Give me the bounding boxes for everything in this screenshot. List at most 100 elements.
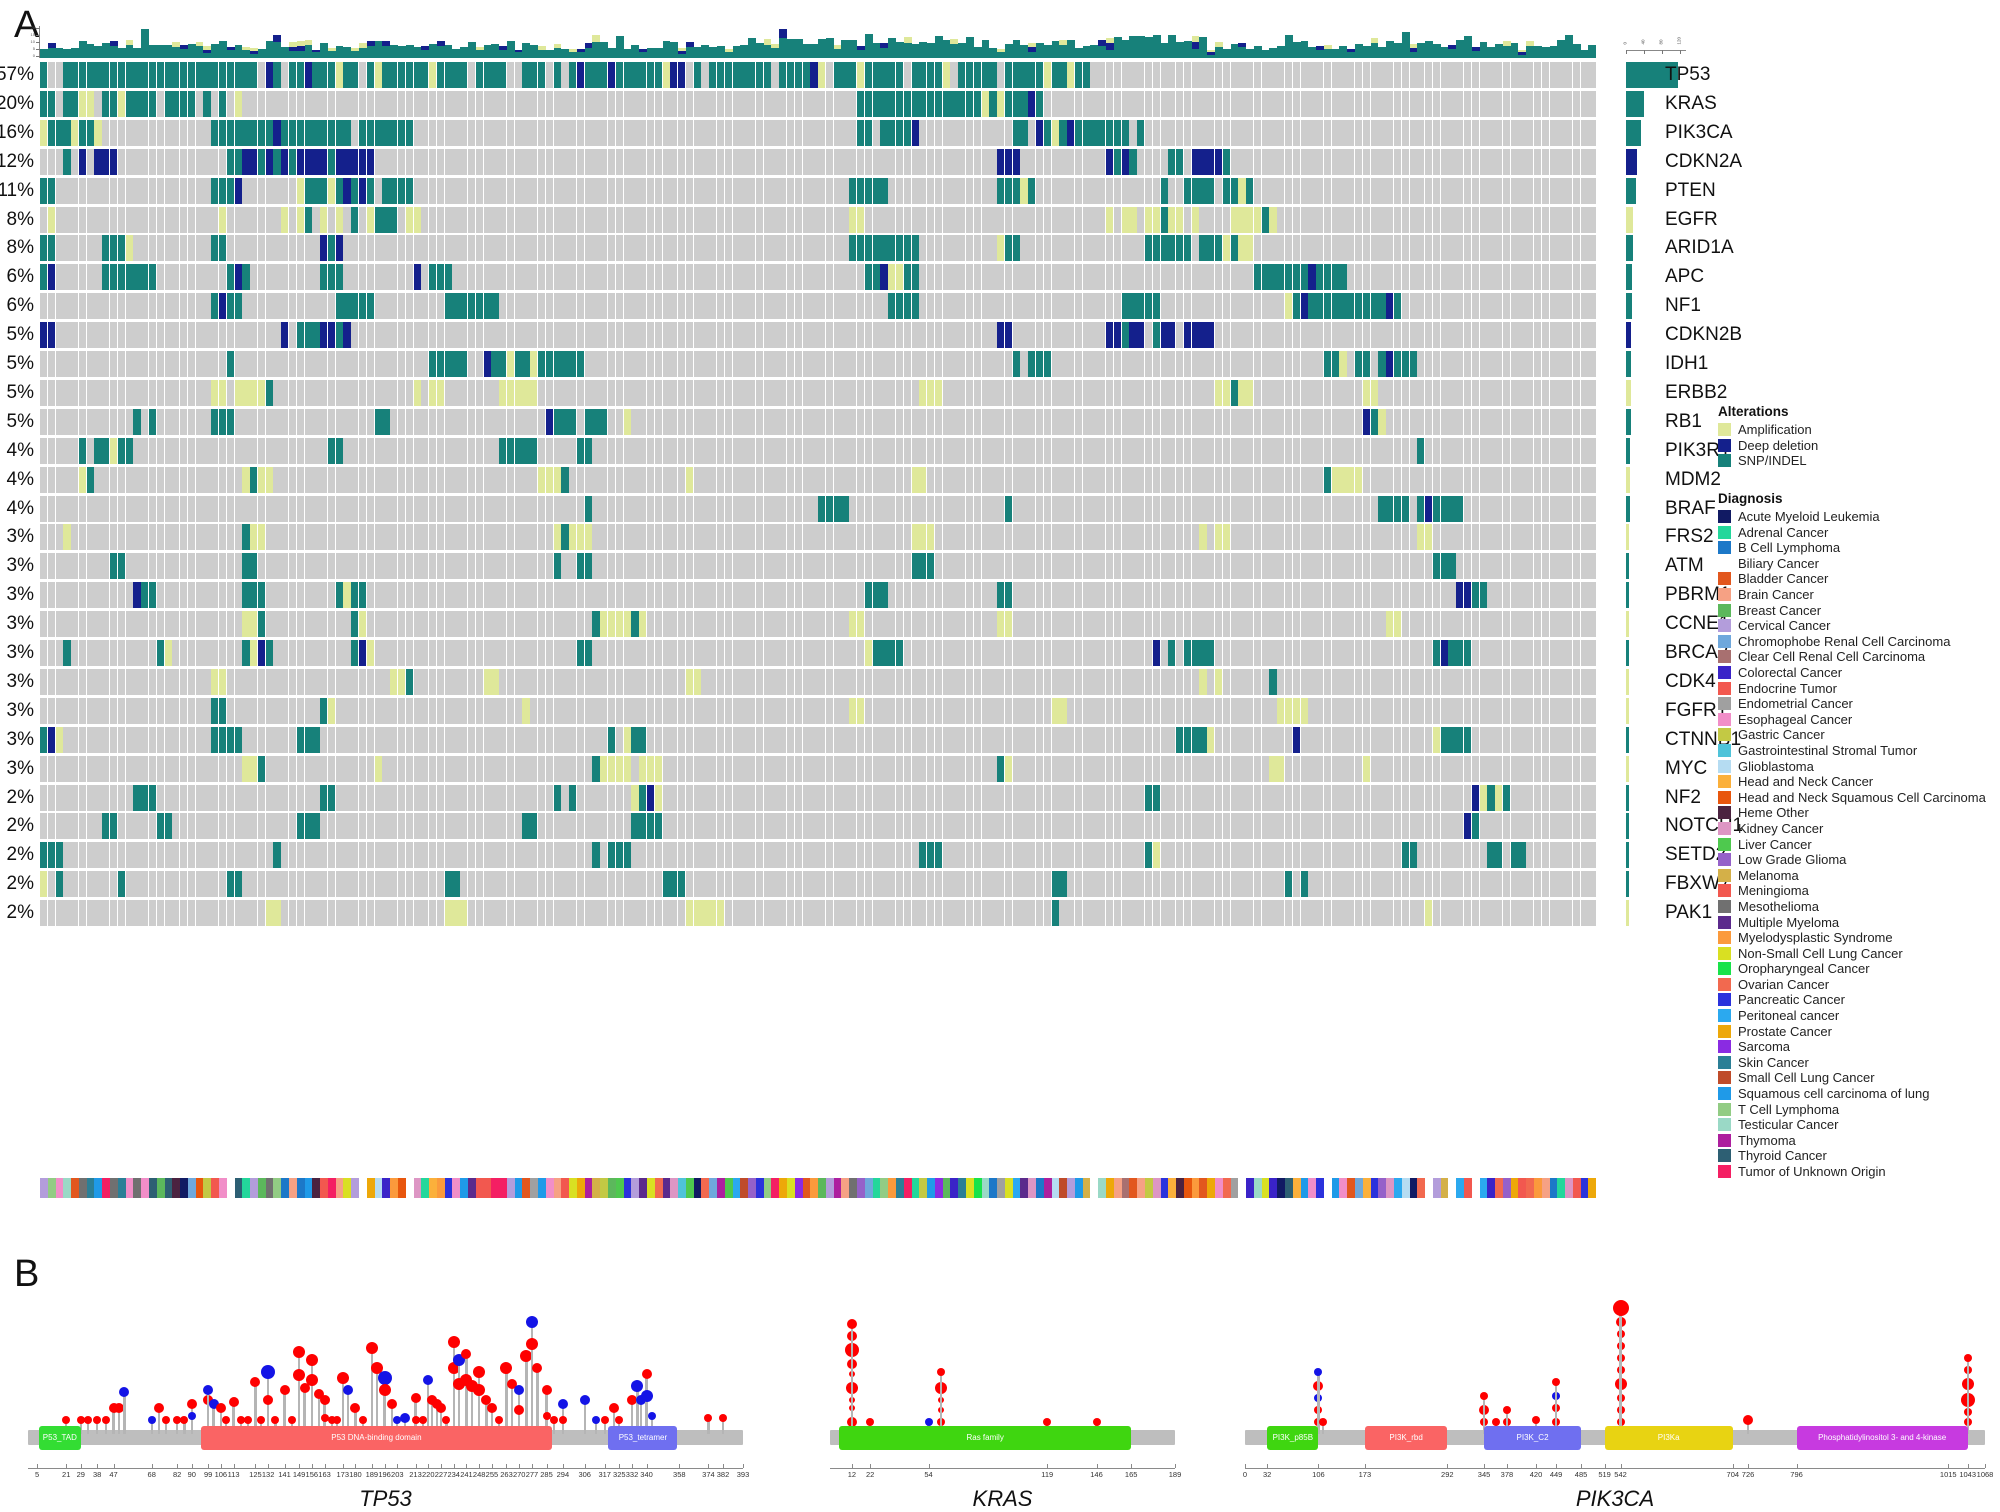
oncoprint-cell[interactable] — [616, 293, 623, 319]
oncoprint-cell[interactable] — [359, 438, 366, 464]
oncoprint-cell[interactable] — [1168, 322, 1175, 348]
oncoprint-cell[interactable] — [1441, 524, 1448, 550]
oncoprint-cell[interactable] — [639, 322, 646, 348]
oncoprint-cell[interactable] — [1067, 553, 1074, 579]
oncoprint-cell[interactable] — [351, 582, 358, 608]
oncoprint-cell[interactable] — [927, 207, 934, 233]
oncoprint-cell[interactable] — [1269, 207, 1276, 233]
oncoprint-cell[interactable] — [966, 91, 973, 117]
oncoprint-cell[interactable] — [1394, 438, 1401, 464]
oncoprint-cell[interactable] — [803, 438, 810, 464]
oncoprint-cell[interactable] — [927, 293, 934, 319]
oncoprint-cell[interactable] — [849, 409, 856, 435]
oncoprint-cell[interactable] — [1254, 582, 1261, 608]
oncoprint-cell[interactable] — [1456, 264, 1463, 290]
oncoprint-cell[interactable] — [1511, 553, 1518, 579]
oncoprint-cell[interactable] — [1433, 582, 1440, 608]
oncoprint-cell[interactable] — [585, 409, 592, 435]
oncoprint-cell[interactable] — [795, 553, 802, 579]
oncoprint-cell[interactable] — [281, 322, 288, 348]
oncoprint-cell[interactable] — [616, 467, 623, 493]
oncoprint-cell[interactable] — [1059, 207, 1066, 233]
oncoprint-cell[interactable] — [686, 178, 693, 204]
oncoprint-cell[interactable] — [1285, 438, 1292, 464]
oncoprint-cell[interactable] — [522, 496, 529, 522]
oncoprint-cell[interactable] — [1269, 120, 1276, 146]
oncoprint-cell[interactable] — [1122, 178, 1129, 204]
oncoprint-cell[interactable] — [1581, 264, 1588, 290]
oncoprint-cell[interactable] — [779, 409, 786, 435]
oncoprint-cell[interactable] — [71, 149, 78, 175]
oncoprint-cell[interactable] — [126, 235, 133, 261]
oncoprint-cell[interactable] — [1355, 149, 1362, 175]
oncoprint-cell[interactable] — [1371, 380, 1378, 406]
oncoprint-cell[interactable] — [289, 235, 296, 261]
oncoprint-cell[interactable] — [390, 91, 397, 117]
oncoprint-cell[interactable] — [1137, 149, 1144, 175]
oncoprint-cell[interactable] — [1269, 149, 1276, 175]
oncoprint-cell[interactable] — [1480, 380, 1487, 406]
oncoprint-cell[interactable] — [538, 351, 545, 377]
oncoprint-cell[interactable] — [701, 62, 708, 88]
oncoprint-cell[interactable] — [857, 467, 864, 493]
oncoprint-cell[interactable] — [149, 380, 156, 406]
oncoprint-cell[interactable] — [904, 120, 911, 146]
oncoprint-cell[interactable] — [857, 207, 864, 233]
oncoprint-cell[interactable] — [1176, 91, 1183, 117]
oncoprint-cell[interactable] — [149, 496, 156, 522]
oncoprint-cell[interactable] — [406, 207, 413, 233]
oncoprint-cell[interactable] — [1145, 582, 1152, 608]
oncoprint-cell[interactable] — [1223, 496, 1230, 522]
oncoprint-cell[interactable] — [1301, 322, 1308, 348]
oncoprint-cell[interactable] — [79, 120, 86, 146]
oncoprint-cell[interactable] — [1386, 149, 1393, 175]
oncoprint-cell[interactable] — [242, 235, 249, 261]
oncoprint-cell[interactable] — [367, 553, 374, 579]
oncoprint-cell[interactable] — [686, 120, 693, 146]
oncoprint-cell[interactable] — [1020, 553, 1027, 579]
oncoprint-cell[interactable] — [1565, 351, 1572, 377]
oncoprint-cell[interactable] — [826, 264, 833, 290]
oncoprint-cell[interactable] — [1480, 553, 1487, 579]
oncoprint-cell[interactable] — [834, 264, 841, 290]
oncoprint-cell[interactable] — [1518, 120, 1525, 146]
oncoprint-cell[interactable] — [1090, 178, 1097, 204]
oncoprint-cell[interactable] — [530, 524, 537, 550]
oncoprint-cell[interactable] — [1371, 120, 1378, 146]
oncoprint-cell[interactable] — [1098, 322, 1105, 348]
oncoprint-cell[interactable] — [1371, 91, 1378, 117]
oncoprint-cell[interactable] — [468, 235, 475, 261]
oncoprint-cell[interactable] — [1269, 409, 1276, 435]
oncoprint-cell[interactable] — [1254, 496, 1261, 522]
oncoprint-cell[interactable] — [1176, 409, 1183, 435]
oncoprint-cell[interactable] — [1472, 235, 1479, 261]
oncoprint-cell[interactable] — [756, 91, 763, 117]
oncoprint-cell[interactable] — [110, 293, 117, 319]
oncoprint-cell[interactable] — [1184, 207, 1191, 233]
oncoprint-cell[interactable] — [1262, 582, 1269, 608]
oncoprint-cell[interactable] — [1565, 62, 1572, 88]
oncoprint-cell[interactable] — [1386, 351, 1393, 377]
oncoprint-cell[interactable] — [748, 322, 755, 348]
oncoprint-cell[interactable] — [616, 582, 623, 608]
oncoprint-cell[interactable] — [1565, 149, 1572, 175]
oncoprint-cell[interactable] — [382, 524, 389, 550]
oncoprint-cell[interactable] — [1511, 62, 1518, 88]
oncoprint-cell[interactable] — [1480, 235, 1487, 261]
oncoprint-cell[interactable] — [1122, 207, 1129, 233]
oncoprint-cell[interactable] — [1114, 467, 1121, 493]
oncoprint-cell[interactable] — [367, 467, 374, 493]
oncoprint-cell[interactable] — [709, 62, 716, 88]
oncoprint-cell[interactable] — [787, 351, 794, 377]
oncoprint-cell[interactable] — [554, 207, 561, 233]
oncoprint-cell[interactable] — [1378, 293, 1385, 319]
oncoprint-cell[interactable] — [250, 524, 257, 550]
oncoprint-cell[interactable] — [1207, 582, 1214, 608]
oncoprint-cell[interactable] — [1371, 553, 1378, 579]
oncoprint-cell[interactable] — [1106, 178, 1113, 204]
oncoprint-cell[interactable] — [888, 409, 895, 435]
oncoprint-cell[interactable] — [56, 351, 63, 377]
oncoprint-cell[interactable] — [834, 322, 841, 348]
oncoprint-cell[interactable] — [865, 91, 872, 117]
oncoprint-cell[interactable] — [273, 524, 280, 550]
